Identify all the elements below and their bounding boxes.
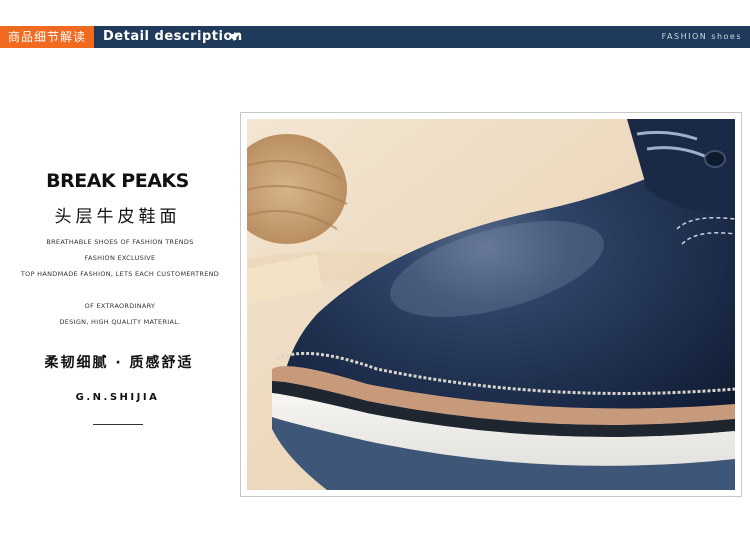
cn-subtitle: 柔韧细腻 · 质感舒适 <box>44 355 194 371</box>
fashion-shoes-label: FASHION shoes <box>661 32 742 41</box>
section-title: Detail description <box>103 29 243 44</box>
brand-title: BREAK PEAKS <box>46 170 189 192</box>
section-header-bar: 商品细节解读 Detail description FASHION shoes <box>0 26 750 48</box>
divider <box>93 424 143 425</box>
shoe-illustration <box>247 119 735 490</box>
cn-section-tag: 商品细节解读 <box>0 26 94 48</box>
description-line: DESIGN, HIGH QUALITY MATERIAL. <box>59 318 181 326</box>
description-line: BREATHABLE SHOES OF FASHION TRENDS <box>46 238 194 246</box>
brand-signature: G.N.SHIJIA <box>75 392 160 403</box>
description-line: OF EXTRAORDINARY <box>84 302 156 310</box>
shoe-closeup-image <box>247 119 735 490</box>
caret-down-icon <box>229 34 239 41</box>
description-line: TOP HANDMADE FASHION, LETS EACH CUSTOMER… <box>20 270 220 278</box>
description-line: FASHION EXCLUSIVE <box>84 254 156 262</box>
cn-title: 头层牛皮鞋面 <box>54 207 181 227</box>
photo-frame <box>240 112 742 497</box>
